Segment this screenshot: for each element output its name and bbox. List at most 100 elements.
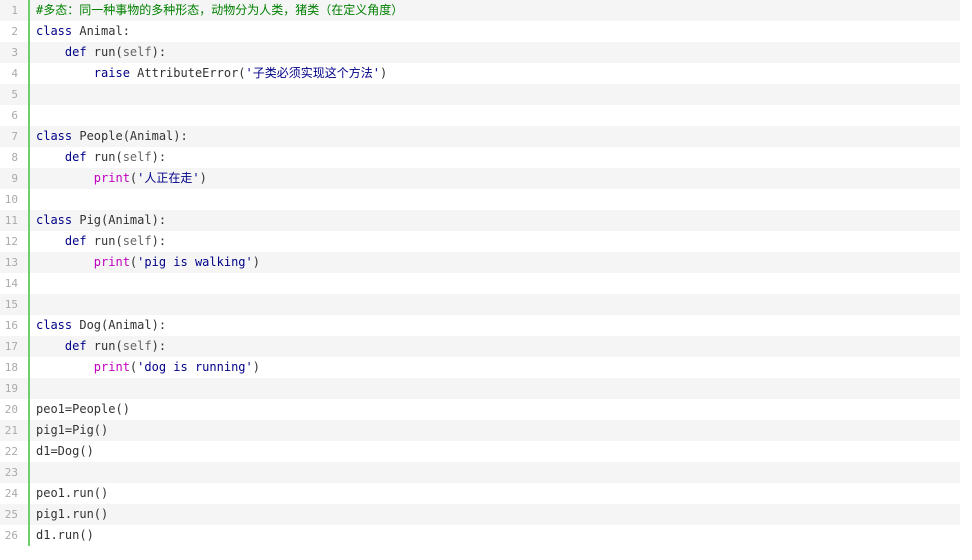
code-text: peo1.run(): [30, 483, 108, 504]
code-text: d1=Dog(): [30, 441, 94, 462]
code-token: self: [122, 234, 152, 248]
code-token: def: [36, 45, 94, 59]
code-token: peo1=People(): [36, 402, 130, 416]
line-number: 6: [0, 105, 30, 126]
line-number: 26: [0, 525, 30, 546]
code-token: run(: [93, 150, 123, 164]
code-token: Pig(Animal):: [79, 213, 167, 227]
code-token: self: [122, 45, 152, 59]
line-number: 22: [0, 441, 30, 462]
code-text: def run(self):: [30, 147, 166, 168]
code-token: d1.run(): [36, 528, 94, 542]
code-token: class: [36, 318, 80, 332]
code-text: print('pig is walking'): [30, 252, 260, 273]
code-line: 23: [0, 462, 960, 483]
line-number: 21: [0, 420, 30, 441]
code-token: class: [36, 24, 80, 38]
code-token: ):: [151, 339, 167, 353]
code-token: ):: [151, 150, 167, 164]
code-text: raise AttributeError('子类必须实现这个方法'): [30, 63, 387, 84]
code-text: #多态：同一种事物的多种形态，动物分为人类，猪类（在定义角度）: [30, 0, 403, 21]
code-token: def: [36, 339, 94, 353]
line-number: 16: [0, 315, 30, 336]
code-token: ): [252, 255, 260, 269]
code-line: 3 def run(self):: [0, 42, 960, 63]
code-token: run(: [93, 234, 123, 248]
code-line: 20 peo1=People(): [0, 399, 960, 420]
line-number: 3: [0, 42, 30, 63]
code-token: pig1=Pig(): [36, 423, 109, 437]
code-line: 6: [0, 105, 960, 126]
code-token: self: [122, 339, 152, 353]
code-token: d1=Dog(): [36, 444, 94, 458]
code-token: def: [36, 234, 94, 248]
code-text: def run(self):: [30, 336, 166, 357]
code-text: peo1=People(): [30, 399, 130, 420]
code-token: ): [199, 171, 207, 185]
code-token: ): [379, 66, 388, 80]
line-number: 13: [0, 252, 30, 273]
code-block: 1 #多态：同一种事物的多种形态，动物分为人类，猪类（在定义角度） 2 class A…: [0, 0, 960, 548]
code-line: 24 peo1.run(): [0, 483, 960, 504]
line-number: 2: [0, 21, 30, 42]
line-number: 11: [0, 210, 30, 231]
code-line: 16 class Dog(Animal):: [0, 315, 960, 336]
code-token: self: [122, 150, 152, 164]
code-line: 13 print('pig is walking'): [0, 252, 960, 273]
code-line: 1 #多态：同一种事物的多种形态，动物分为人类，猪类（在定义角度）: [0, 0, 960, 21]
code-token: peo1.run(): [36, 486, 109, 500]
line-number: 5: [0, 84, 30, 105]
code-token: run(: [93, 45, 123, 59]
code-text: def run(self):: [30, 231, 166, 252]
code-token: ):: [151, 234, 167, 248]
code-token: pig1.run(): [36, 507, 109, 521]
line-number: 14: [0, 273, 30, 294]
code-line: 18 print('dog is running'): [0, 357, 960, 378]
code-text: print('dog is running'): [30, 357, 260, 378]
code-line: 7 class People(Animal):: [0, 126, 960, 147]
line-number: 19: [0, 378, 30, 399]
code-token: Dog(Animal):: [79, 318, 167, 332]
code-line: 5: [0, 84, 960, 105]
line-number: 24: [0, 483, 30, 504]
line-number: 18: [0, 357, 30, 378]
code-line: 9 print('人正在走'): [0, 168, 960, 189]
code-line: 25 pig1.run(): [0, 504, 960, 525]
code-line: 14: [0, 273, 960, 294]
code-text: class Pig(Animal):: [30, 210, 166, 231]
code-line: 21 pig1=Pig(): [0, 420, 960, 441]
code-token: '人正在走': [137, 171, 200, 185]
code-text: pig1=Pig(): [30, 420, 108, 441]
line-number: 1: [0, 0, 30, 21]
line-number: 20: [0, 399, 30, 420]
line-number: 25: [0, 504, 30, 525]
code-line: 4 raise AttributeError('子类必须实现这个方法'): [0, 63, 960, 84]
line-number: 7: [0, 126, 30, 147]
code-line: 10: [0, 189, 960, 210]
code-text: print('人正在走'): [30, 168, 207, 189]
code-text: d1.run(): [30, 525, 94, 546]
line-number: 12: [0, 231, 30, 252]
code-line: 15: [0, 294, 960, 315]
line-number: 17: [0, 336, 30, 357]
code-token: class: [36, 213, 80, 227]
code-line: 12 def run(self):: [0, 231, 960, 252]
code-token: #多态：同一种事物的多种形态，动物分为人类，猪类（在定义角度）: [36, 3, 404, 17]
line-number: 9: [0, 168, 30, 189]
code-text: def run(self):: [30, 42, 166, 63]
code-line: 26 d1.run(): [0, 525, 960, 546]
line-number: 15: [0, 294, 30, 315]
code-line: 8 def run(self):: [0, 147, 960, 168]
code-token: '子类必须实现这个方法': [245, 66, 380, 80]
line-number: 8: [0, 147, 30, 168]
code-token: AttributeError(: [137, 66, 246, 80]
code-line: 11 class Pig(Animal):: [0, 210, 960, 231]
line-number: 23: [0, 462, 30, 483]
